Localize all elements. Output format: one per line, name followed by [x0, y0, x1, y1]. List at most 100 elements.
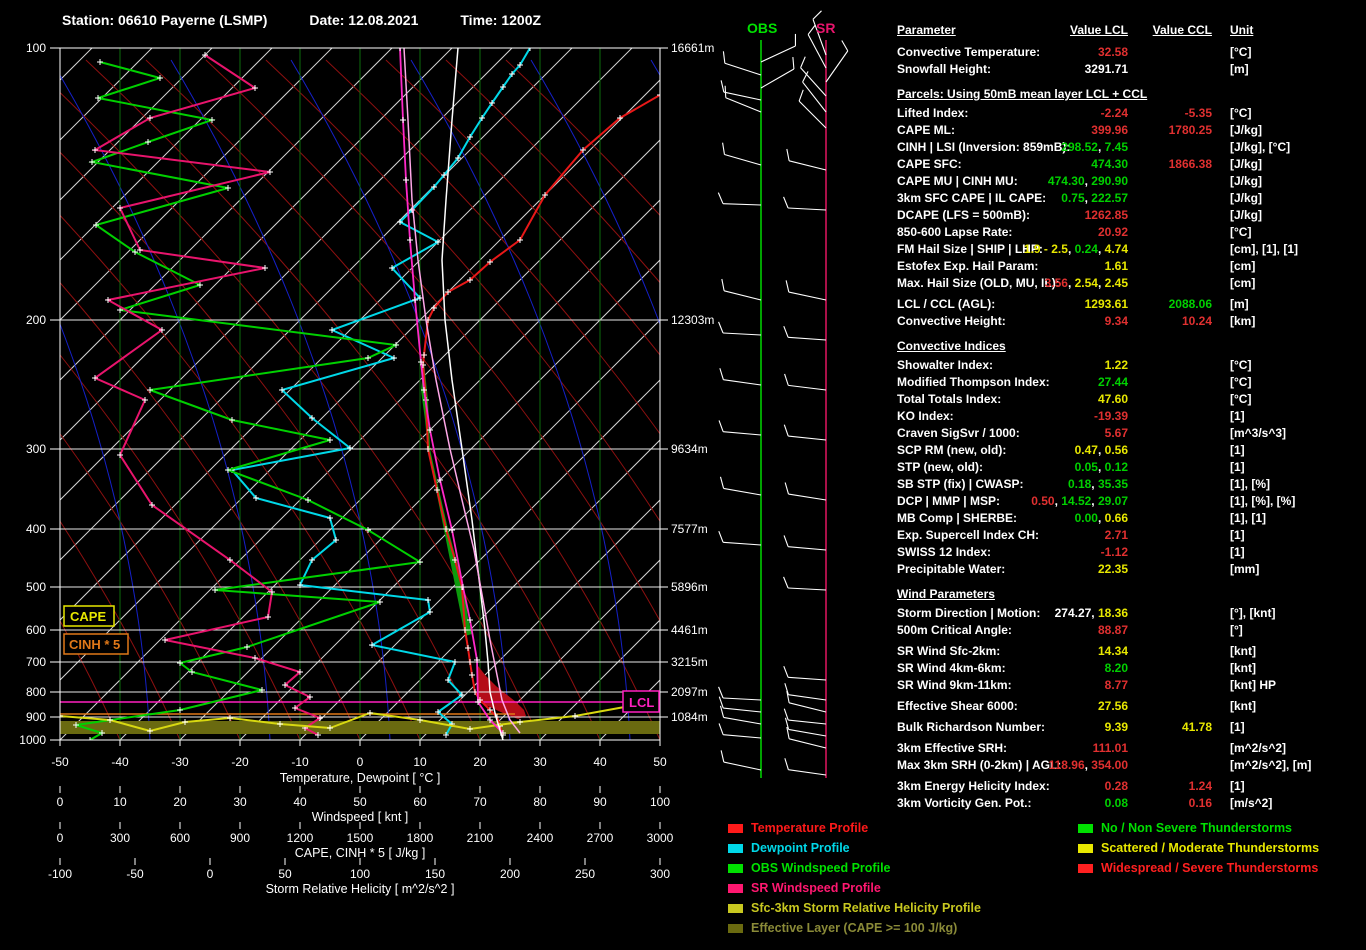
section-title: Wind Parameters [897, 586, 995, 603]
obs-wind-barb [723, 708, 761, 712]
obs-wind-barb-feather [725, 86, 726, 98]
table-row: SCP RM (new, old):0.47, 0.56[1] [893, 442, 1365, 459]
sr-wind-barb-feather [784, 425, 788, 436]
param-label: CAPE ML: [897, 122, 955, 139]
param-value: 35.35 [1098, 477, 1128, 491]
cape-label: CAPE [70, 609, 106, 624]
param-label: CAPE SFC: [897, 156, 962, 173]
table-row: Effective Shear 6000:27.56[knt] [893, 698, 1365, 715]
param-value: 0.18 [1068, 477, 1091, 491]
param-value: -2.24 [1101, 106, 1128, 120]
table-header-row: Parameter Value LCL Value CCL Unit [893, 22, 1365, 44]
value-ccl: -5.35 [1128, 105, 1212, 122]
param-value: 20.92 [1098, 225, 1128, 239]
value-lcl: 474.30, 290.90 [953, 173, 1128, 190]
pressure-tick-label: 200 [26, 313, 46, 327]
table-row: SR Wind Sfc-2km:14.34[knt] [893, 643, 1365, 660]
param-value: 47.60 [1098, 392, 1128, 406]
value-lcl: 88.87 [953, 622, 1128, 639]
value-lcl: 1.61 [953, 258, 1128, 275]
param-value: 0.16 [1189, 796, 1212, 810]
legend-label: Widespread / Severe Thunderstorms [1101, 861, 1318, 875]
param-value: 1.22 [1105, 358, 1128, 372]
obs-wind-barb [723, 204, 761, 205]
altitude-label: 16661m [671, 41, 714, 55]
table-row: Convective Height:9.3410.24[km] [893, 313, 1365, 330]
param-unit: [1] [1230, 442, 1245, 459]
legend-item: No / Non Severe Thunderstorms [1078, 818, 1319, 838]
legend-item: SR Windspeed Profile [728, 878, 981, 898]
cape-tick-label: 3000 [647, 831, 674, 845]
altitude-label: 4461m [671, 623, 708, 637]
obs-wind-barb-feather [718, 193, 723, 204]
table-row: DCAPE (LFS = 500mB):1262.85[J/kg] [893, 207, 1365, 224]
param-value: 0.12 [1105, 460, 1128, 474]
table-row: Bulk Richardson Number:9.3941.78[1] [893, 719, 1365, 736]
data-point-marker [407, 237, 413, 243]
obs-wind-barb [723, 380, 761, 385]
srh-tick-label: 300 [650, 867, 670, 881]
sounding-app: Station: 06610 Payerne (LSMP) Date: 12.0… [0, 0, 1366, 950]
param-value: 1293.61 [1085, 297, 1128, 311]
table-row: SWISS 12 Index:-1.12[1] [893, 544, 1365, 561]
pressure-tick-label: 100 [26, 41, 46, 55]
data-point-marker [142, 397, 148, 403]
legend-swatch [1078, 824, 1093, 833]
legend-swatch [1078, 844, 1093, 853]
sr-wind-barb [788, 208, 826, 210]
obs-wind-barb [723, 542, 761, 545]
value-lcl: 1262.85 [953, 207, 1128, 224]
srh-tick-label: -100 [48, 867, 72, 881]
param-value: 2.45 [1105, 276, 1128, 290]
obs-wind-barb-feather [722, 279, 724, 291]
cape-tick-label: 900 [230, 831, 250, 845]
sr-wind-barb [788, 337, 826, 340]
value-ccl: 1.24 [1128, 778, 1212, 795]
data-point-marker [377, 599, 383, 605]
param-value: -19.39 [1094, 409, 1128, 423]
sr-wind-barb-feather [813, 11, 821, 19]
param-value: 88.87 [1098, 623, 1128, 637]
dry-adiabat-line [0, 60, 300, 740]
srh-tick-label: 50 [278, 867, 292, 881]
param-unit: [1], [1] [1230, 510, 1266, 527]
sr-wind-barb-feather [784, 326, 788, 337]
profile-legend: Temperature ProfileDewpoint ProfileOBS W… [728, 818, 981, 938]
cape-axis-title: CAPE, CINH * 5 [ J/kg ] [295, 846, 426, 860]
obs-wind-barb-feather [719, 420, 723, 431]
legend-item: OBS Windspeed Profile [728, 858, 981, 878]
sr-wind-barb [808, 34, 826, 68]
table-row: 850-600 Lapse Rate:20.92[°C] [893, 224, 1365, 241]
value-lcl: 0.18, 35.35 [953, 476, 1128, 493]
param-unit: [km] [1230, 313, 1255, 330]
data-point-marker [469, 672, 475, 678]
legend-label: SR Windspeed Profile [751, 881, 881, 895]
sr-wind-barb-feather [801, 57, 806, 68]
section-title: Parcels: Using 50mB mean layer LCL + CCL [897, 86, 1147, 103]
data-point-marker [265, 614, 271, 620]
srh-axis-title: Storm Relative Helicity [ m^2/s^2 ] [266, 882, 455, 896]
table-row: Craven SigSvr / 1000:5.67[m^3/s^3] [893, 425, 1365, 442]
sr-wind-barb-feather [785, 374, 789, 385]
value-lcl: 9.34 [953, 313, 1128, 330]
legend-swatch [1078, 864, 1093, 873]
obs-wind-barb [723, 698, 761, 700]
value-lcl: 3.56, 2.54, 2.45 [953, 275, 1128, 292]
table-row: FM Hail Size | SHIP | LHP:1.9 - 2.5, 0.2… [893, 241, 1365, 258]
pressure-tick-label: 700 [26, 655, 46, 669]
param-value: 0.50 [1031, 494, 1054, 508]
sr-wind-barb-feather [785, 683, 789, 694]
param-value: 3291.71 [1085, 62, 1128, 76]
param-value: 2088.06 [1169, 297, 1212, 311]
legend-item: Widespread / Severe Thunderstorms [1078, 858, 1319, 878]
dry-adiabat-line [326, 60, 840, 740]
param-value: 298.52 [1061, 140, 1098, 154]
param-value: 27.56 [1098, 699, 1128, 713]
obs-wind-barb-feather [719, 322, 723, 333]
altitude-label: 3215m [671, 655, 708, 669]
param-value: 1262.85 [1085, 208, 1128, 222]
temperature-tick-label: 30 [533, 755, 547, 769]
data-point-marker [227, 715, 233, 721]
param-unit: [1] [1230, 544, 1245, 561]
cape-label-box: CAPE [64, 606, 114, 626]
